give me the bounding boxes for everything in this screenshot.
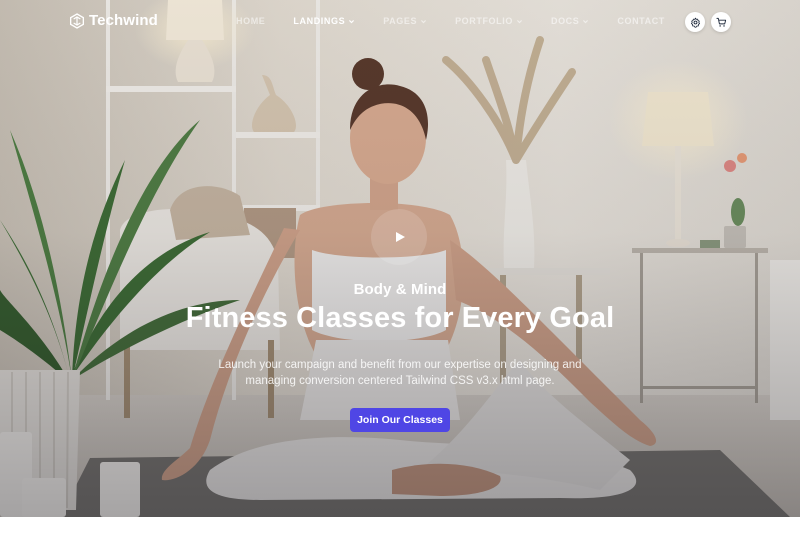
nav-item-contact[interactable]: CONTACT	[617, 16, 665, 26]
main-menu: HOME LANDINGS PAGES PORTFOLIO DOCS CONTA…	[236, 16, 693, 26]
settings-button[interactable]	[685, 12, 705, 32]
hero-description: Launch your campaign and benefit from ou…	[200, 357, 600, 389]
nav-item-home[interactable]: HOME	[236, 16, 265, 26]
nav-item-landings[interactable]: LANDINGS	[293, 16, 355, 26]
hero-title: Fitness Classes for Every Goal	[185, 302, 615, 334]
chevron-down-icon	[349, 19, 355, 23]
top-navbar: Techwind HOME LANDINGS PAGES PORTFOLIO D…	[0, 0, 800, 44]
nav-item-label: PAGES	[383, 16, 418, 26]
nav-item-pages[interactable]: PAGES	[383, 16, 427, 26]
nav-item-label: LANDINGS	[293, 16, 346, 26]
nav-item-portfolio[interactable]: PORTFOLIO	[455, 16, 523, 26]
play-icon	[396, 232, 405, 242]
hero-description-line-2: managing conversion centered Tailwind CS…	[245, 375, 555, 387]
play-video-button[interactable]	[371, 209, 427, 265]
hero-eyebrow: Body & Mind	[353, 281, 447, 298]
chevron-down-icon	[583, 19, 589, 23]
chevron-down-icon	[421, 19, 427, 23]
cart-icon	[715, 17, 726, 27]
hero-description-line-1: Launch your campaign and benefit from ou…	[218, 359, 582, 371]
nav-item-label: PORTFOLIO	[455, 16, 513, 26]
nav-item-docs[interactable]: DOCS	[551, 16, 589, 26]
brand-name: Techwind	[89, 12, 158, 29]
gear-icon	[690, 17, 700, 28]
nav-item-label: HOME	[236, 16, 266, 26]
nav-item-label: CONTACT	[617, 16, 665, 26]
hero-section: Techwind HOME LANDINGS PAGES PORTFOLIO D…	[0, 0, 800, 517]
brand-logo[interactable]: Techwind	[69, 12, 158, 29]
cart-button[interactable]	[711, 12, 731, 32]
nav-item-label: DOCS	[550, 16, 580, 26]
chevron-down-icon	[516, 19, 522, 23]
join-classes-button[interactable]: Join Our Classes	[350, 408, 450, 432]
hexagon-logo-icon	[70, 12, 84, 29]
